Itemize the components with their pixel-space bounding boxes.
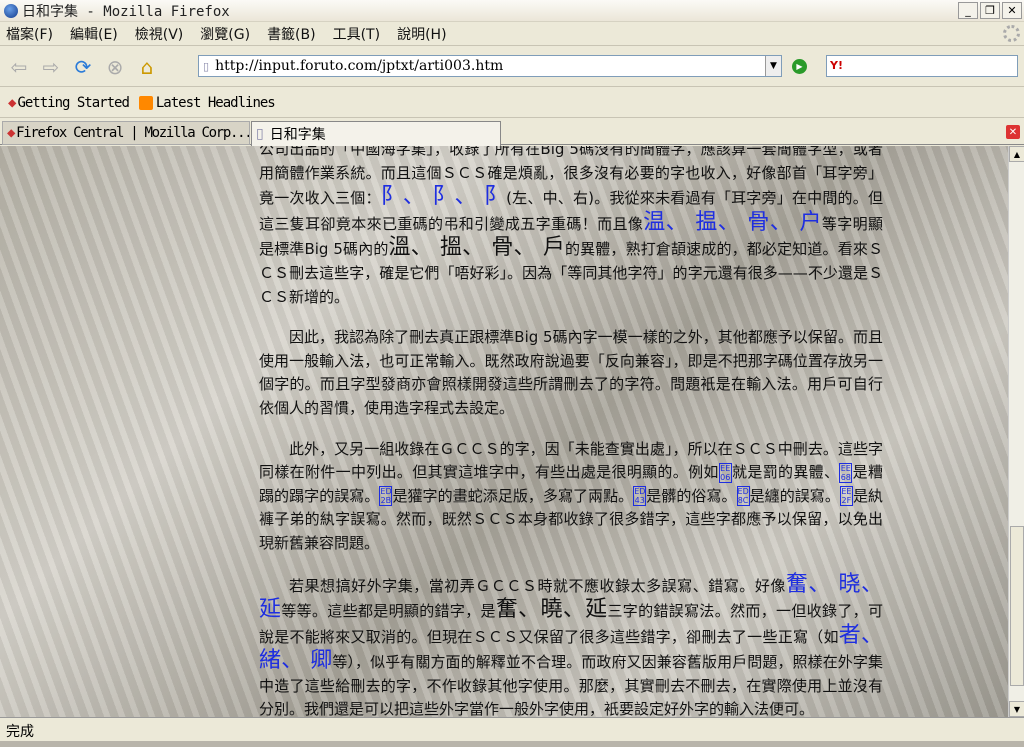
paragraph-text: 就是罰的異體、	[731, 463, 840, 482]
article-paragraph: 此外，又另一組收錄在ＧＣＣＳ的字，因「未能查實出處」，所以在ＳＣＳ中刪去。這些字…	[259, 438, 883, 556]
menu-edit[interactable]: 編輯(E)	[70, 24, 118, 44]
paragraph-text: 因此，我認為除了刪去真正跟標準Big 5碼內字一模一樣的之外，其他都應予以保留。…	[259, 328, 883, 417]
code-line: 06	[720, 472, 731, 482]
scroll-up-button[interactable]: ▲	[1009, 146, 1024, 162]
minimize-button[interactable]: _	[958, 2, 978, 19]
yahoo-search-icon[interactable]: Y!	[830, 59, 843, 72]
forward-button[interactable]: ⇨	[38, 54, 64, 80]
article-paragraph: 因此，我認為除了刪去真正跟標準Big 5碼內字一模一樣的之外，其他都應予以保留。…	[259, 326, 883, 420]
scroll-thumb[interactable]	[1010, 526, 1024, 686]
code-line: ED	[737, 487, 749, 497]
highlighted-chars: 温、 揾、 骨、 户	[643, 209, 822, 235]
code-line: ED	[380, 487, 392, 497]
article-paragraph: 公司出品的「中國海字集」，收錄了所有在Big 5碼沒有的簡體字，應該算一套簡體字…	[259, 146, 883, 309]
menu-go[interactable]: 瀏覽(G)	[200, 24, 250, 44]
window-title: 日和字集 - Mozilla Firefox	[22, 3, 230, 20]
private-char-code-box: ED 2B	[379, 486, 393, 507]
article: 公司出品的「中國海字集」，收錄了所有在Big 5碼沒有的簡體字，應該算一套簡體字…	[259, 146, 883, 717]
paragraph-text: 是纏的誤寫。	[749, 486, 840, 505]
standard-chars: 溫、 搵、 骨、 戶	[388, 235, 565, 261]
vertical-scrollbar[interactable]: ▲ ▼	[1008, 146, 1024, 717]
tab-firefox-central[interactable]: ◆ Firefox Central | Mozilla Corp...	[2, 121, 250, 145]
bookmarks-toolbar: ◆ Getting Started Latest Headlines	[0, 88, 1024, 118]
throbber-icon	[1003, 25, 1020, 42]
page-content: 公司出品的「中國海字集」，收錄了所有在Big 5碼沒有的簡體字，應該算一套簡體字…	[0, 146, 1008, 717]
page-icon: ▯	[203, 59, 210, 73]
code-line: 2F	[841, 496, 852, 506]
title-bar: 日和字集 - Mozilla Firefox _ ❐ ✕	[0, 0, 1024, 22]
private-char-code-box: ED 8C	[736, 486, 750, 507]
home-icon[interactable]: ⌂	[134, 54, 160, 80]
search-input[interactable]: Y!	[826, 55, 1018, 77]
status-bar: 完成	[0, 717, 1024, 741]
menu-bookmarks[interactable]: 書籤(B)	[267, 24, 316, 44]
menu-help[interactable]: 說明(H)	[397, 24, 446, 44]
code-line: EE	[720, 463, 731, 473]
close-button[interactable]: ✕	[1002, 2, 1022, 19]
code-line: EE	[841, 487, 852, 497]
back-button[interactable]: ⇦	[6, 54, 32, 80]
private-char-code-box: EE 2F	[839, 486, 853, 507]
scroll-down-button[interactable]: ▼	[1009, 701, 1024, 717]
tab-bar: ◆ Firefox Central | Mozilla Corp... ▯ 日和字集…	[0, 120, 1024, 146]
rss-icon	[138, 95, 153, 110]
code-line: 2B	[380, 496, 392, 506]
private-char-code-box: ED 43	[633, 486, 647, 507]
paragraph-text: 是髒的俗寫。	[646, 486, 737, 505]
code-line: 43	[634, 496, 645, 506]
menu-view[interactable]: 檢視(V)	[135, 24, 184, 44]
reload-icon[interactable]: ⟳	[70, 54, 96, 80]
status-text: 完成	[6, 724, 34, 740]
tab-active[interactable]: ▯ 日和字集	[251, 121, 501, 146]
menu-file[interactable]: 檔案(F)	[6, 24, 53, 44]
page-icon: ▯	[256, 126, 264, 142]
private-char-code-box: EE 68	[839, 462, 853, 483]
firefox-icon: ◆	[7, 125, 15, 141]
url-dropdown-icon[interactable]: ▼	[765, 56, 781, 76]
bookmark-getting-started[interactable]: ◆ Getting Started	[8, 94, 130, 111]
code-line: ED	[634, 487, 646, 497]
code-line: 8C	[737, 496, 749, 506]
stop-icon[interactable]: ⊗	[102, 54, 128, 80]
navigation-toolbar: ⇦ ⇨ ⟳ ⊗ ⌂ ▯ http://input.foruto.com/jptx…	[0, 47, 1024, 87]
url-bar[interactable]: ▯ http://input.foruto.com/jptxt/arti003.…	[198, 55, 782, 77]
private-char-code-box: EE 06	[718, 462, 732, 483]
firefox-icon: ◆	[8, 94, 17, 111]
highlighted-chars: 阝、 阝、 阝	[380, 184, 507, 210]
menu-bar: 檔案(F) 編輯(E) 檢視(V) 瀏覽(G) 書籤(B) 工具(T) 說明(H…	[0, 22, 1024, 46]
maximize-button[interactable]: ❐	[980, 2, 1000, 19]
paragraph-text: 若果想搞好外字集，當初弄ＧＣＣＳ時就不應收錄太多誤寫、錯寫。好像	[289, 576, 786, 595]
background-window-strip	[0, 741, 1024, 747]
paragraph-text: 等），似乎有關方面的解釋並不合理。而政府又因兼容舊版用戶問題，照樣在外字集中造了…	[259, 653, 883, 717]
bookmark-latest-headlines[interactable]: Latest Headlines	[138, 95, 276, 111]
code-line: EE	[840, 463, 851, 473]
go-button[interactable]: ▶	[792, 59, 807, 74]
firefox-globe-icon	[4, 3, 18, 18]
menu-tools[interactable]: 工具(T)	[333, 24, 380, 44]
paragraph-text: 等等。這些都是明顯的錯字，是	[281, 602, 496, 621]
url-text[interactable]: http://input.foruto.com/jptxt/arti003.ht…	[215, 58, 503, 74]
paragraph-text: 是獾字的畫蛇添足版，多寫了兩點。	[392, 486, 634, 505]
close-tab-button[interactable]: ✕	[1006, 125, 1020, 139]
article-paragraph: 若果想搞好外字集，當初弄ＧＣＣＳ時就不應收錄太多誤寫、錯寫。好像奮、 晓、 延等…	[259, 572, 883, 717]
code-line: 68	[840, 472, 851, 482]
standard-chars: 奮、曉、延	[495, 597, 608, 623]
